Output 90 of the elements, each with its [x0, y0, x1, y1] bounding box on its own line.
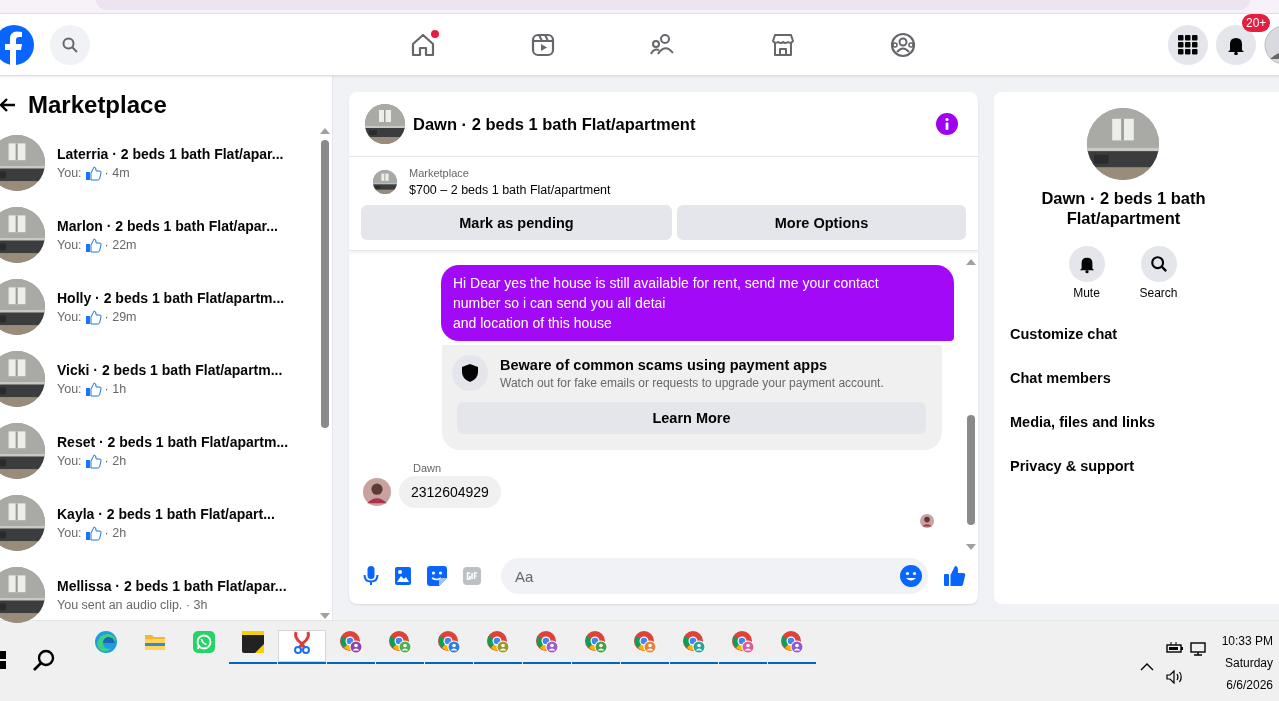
message-sender: You: — [57, 525, 82, 542]
learn-more-button[interactable]: Learn More — [457, 402, 926, 434]
search-icon — [62, 36, 78, 53]
clock-time[interactable]: 10:33 PM — [1221, 630, 1273, 652]
thumbs-up-icon — [84, 309, 102, 325]
conversation-item[interactable]: Kayla · 2 beds 1 bath Flat/apart... You: · 2h — [0, 495, 318, 551]
message-preview: You sent an audio clip. · 3h — [57, 597, 208, 614]
message-time: · 1h — [104, 381, 127, 398]
scroll-up-arrow[interactable] — [319, 128, 330, 134]
clock-date[interactable]: 6/6/2026 — [1221, 674, 1273, 696]
sidebar-title: Marketplace — [28, 90, 167, 120]
conversation-title: Marlon · 2 beds 1 bath Flat/apar... — [57, 217, 278, 236]
sticker-icon[interactable] — [427, 566, 447, 586]
message-input[interactable]: Aa — [513, 566, 900, 586]
conversation-title: Mellissa · 2 beds 1 bath Flat/apar... — [57, 577, 287, 596]
message-time: · 29m — [104, 309, 137, 326]
sender-name: Dawn — [413, 462, 443, 474]
message-sender: You: — [57, 453, 82, 470]
conversation-title: Vicki · 2 beds 1 bath Flat/apartm... — [57, 361, 283, 380]
conversation-title: Kayla · 2 beds 1 bath Flat/apart... — [57, 505, 275, 524]
windows-icon[interactable] — [0, 651, 8, 669]
listing-summary: $700 – 2 beds 1 bath Flat/apartment — [409, 182, 611, 199]
conversation-item[interactable]: Marlon · 2 beds 1 bath Flat/apar... You: · 22m — [0, 207, 318, 263]
scroll-down-arrow[interactable] — [965, 544, 976, 550]
menu-item[interactable]: Media, files and links — [1010, 410, 1263, 454]
message-bar[interactable]: Aa — [501, 558, 928, 594]
sent-message: Hi Dear yes the house is still available for rent, send me your contact number so i can send you all detai and location of this house — [441, 265, 954, 341]
chat-icon — [192, 630, 216, 654]
action-label: Mute — [1073, 286, 1100, 300]
battery-icon[interactable] — [1165, 642, 1184, 654]
received-message: 2312604929 — [399, 476, 501, 508]
image-icon[interactable] — [395, 566, 411, 586]
listing-button[interactable]: Mark as pending — [361, 205, 672, 240]
menu-item[interactable]: Privacy & support — [1010, 454, 1263, 498]
note-icon — [241, 630, 265, 654]
conversation-item[interactable]: Holly · 2 beds 1 bath Flat/apartm... You: · 29m — [0, 279, 318, 335]
taskbar-app[interactable] — [229, 630, 277, 664]
browser-icon — [94, 630, 118, 654]
listing-source: Marketplace — [409, 166, 470, 181]
search-button[interactable] — [1140, 246, 1177, 282]
thumbs-up-icon — [84, 237, 102, 253]
conversation-item[interactable]: Vicki · 2 beds 1 bath Flat/apartm... You: · 1h — [0, 351, 318, 407]
network-icon[interactable] — [1189, 642, 1208, 656]
microphone-icon[interactable] — [363, 566, 379, 586]
thumbs-up-icon[interactable] — [944, 565, 966, 587]
menu-item[interactable]: Chat members — [1010, 366, 1263, 410]
message-sender: You: — [57, 165, 82, 182]
logo-icon[interactable] — [0, 24, 34, 65]
menu-item[interactable]: Customize chat — [1010, 322, 1263, 366]
thumbs-up-icon — [84, 525, 102, 541]
message-sender: You: — [57, 237, 82, 254]
message-sender: You: — [57, 381, 82, 398]
menu-button[interactable] — [1168, 24, 1208, 65]
message-time: · 2h — [104, 453, 127, 470]
listing-button[interactable]: More Options — [677, 205, 966, 240]
scroll-up-arrow[interactable] — [965, 259, 976, 265]
conversation-title: Laterria · 2 beds 1 bath Flat/apar... — [57, 145, 284, 164]
warning-text: Watch out for fake emails or requests to upgrade your payment account. — [500, 375, 884, 391]
message-time: · 4m — [104, 165, 130, 182]
message-time: · 22m — [104, 237, 137, 254]
message-sender: You: — [57, 309, 82, 326]
action-label: Search — [1139, 286, 1178, 300]
thumbs-up-icon — [84, 453, 102, 469]
chevron-up-icon[interactable] — [1139, 663, 1154, 671]
person-circle-icon — [889, 30, 917, 59]
conversation-item[interactable]: Mellissa · 2 beds 1 bath Flat/apar... You sent an audio clip. · 3h — [0, 567, 318, 623]
conversation-title: Holly · 2 beds 1 bath Flat/apartm... — [57, 289, 285, 308]
info-icon[interactable] — [936, 113, 958, 135]
menu-icon — [1178, 34, 1198, 55]
conversation-title: Reset · 2 beds 1 bath Flat/apartm... — [57, 433, 289, 452]
search-icon[interactable] — [32, 648, 56, 672]
avatar — [363, 478, 391, 506]
contact-name: Dawn · 2 beds 1 bath Flat/apartment — [1040, 188, 1207, 228]
shield-icon — [452, 355, 488, 391]
thumbs-up-icon — [84, 165, 102, 181]
seen-avatar — [920, 514, 934, 528]
chat-title: Dawn · 2 beds 1 bath Flat/apartment — [413, 114, 697, 134]
thumbs-up-icon — [84, 381, 102, 397]
back-arrow-icon[interactable] — [0, 97, 16, 113]
conversation-item[interactable]: Reset · 2 beds 1 bath Flat/apartm... You: · 2h — [0, 423, 318, 479]
scroll-thumb[interactable] — [320, 140, 329, 428]
clock-day[interactable]: Saturday — [1221, 652, 1273, 674]
search-icon — [1149, 254, 1168, 274]
speaker-icon[interactable] — [1165, 670, 1184, 684]
emoji-icon[interactable] — [900, 565, 922, 587]
warning-title: Beware of common scams using payment apps — [500, 356, 829, 375]
conversation-item[interactable]: Laterria · 2 beds 1 bath Flat/apar... You: · 4m — [0, 135, 318, 191]
scroll-thumb[interactable] — [966, 415, 975, 525]
mute-button[interactable] — [1068, 246, 1105, 282]
message-time: · 2h — [104, 525, 127, 542]
